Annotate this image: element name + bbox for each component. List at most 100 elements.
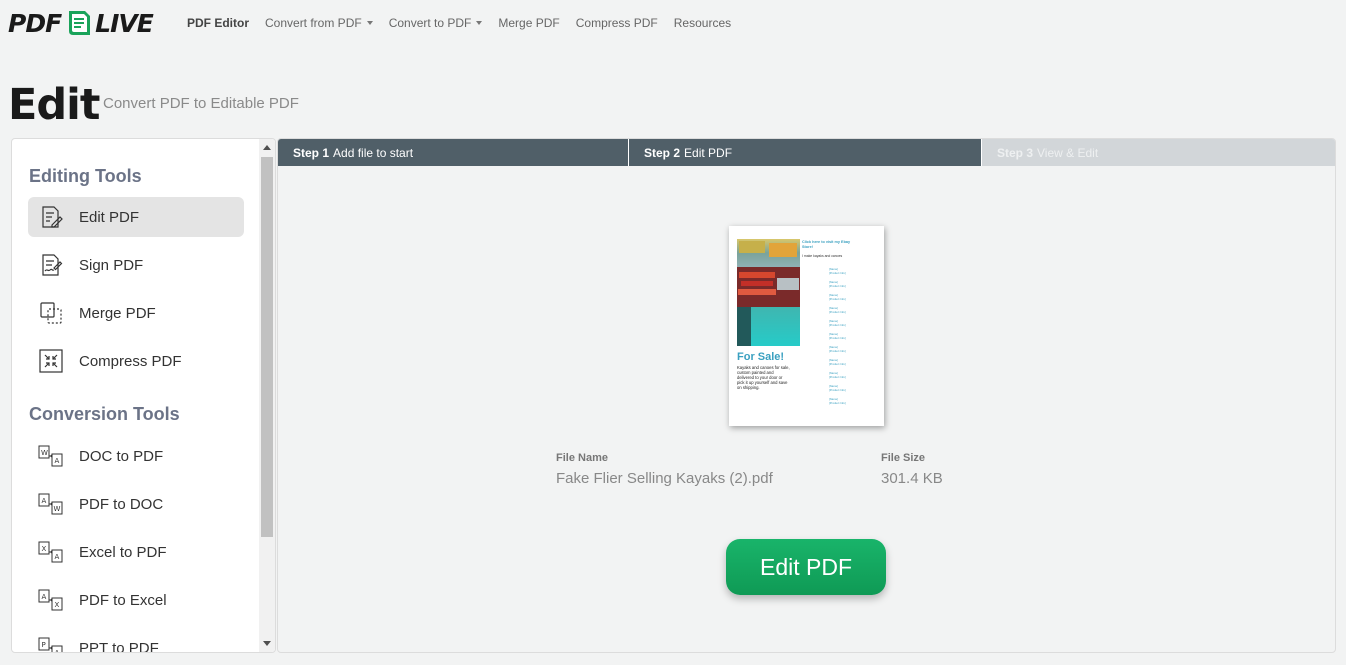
svg-text:W: W — [41, 449, 48, 457]
file-name-value: Fake Flier Selling Kayaks (2).pdf — [556, 470, 773, 487]
step-label: Add file to start — [333, 145, 414, 160]
logo-document-icon — [69, 11, 91, 35]
nav-compress-pdf-label: Compress PDF — [575, 16, 658, 30]
file-size-block: File Size 301.4 KB — [881, 452, 943, 487]
pdflive-logo[interactable]: PDF LIVE — [8, 8, 154, 38]
svg-text:X: X — [42, 545, 47, 553]
sidebar-item-label: PPT to PDF — [79, 639, 159, 653]
svg-text:[Product Info]: [Product Info] — [829, 297, 846, 301]
svg-text:[Product Info]: [Product Info] — [829, 336, 846, 340]
svg-text:I make kayaks and canoes: I make kayaks and canoes — [802, 254, 842, 258]
svg-text:[Product Info]: [Product Info] — [829, 349, 846, 353]
merge-pdf-icon — [38, 300, 64, 326]
nav-merge-pdf[interactable]: Merge PDF — [498, 16, 559, 30]
svg-text:A: A — [55, 553, 60, 561]
edit-pdf-button[interactable]: Edit PDF — [726, 539, 886, 595]
step-number: Step 2 — [644, 145, 681, 160]
nav-resources-label: Resources — [673, 16, 732, 30]
editor-panel: Step 1 Add file to start Step 2 Edit PDF S… — [277, 138, 1336, 653]
nav-convert-to-pdf-label: Convert to PDF — [388, 16, 472, 30]
sidebar-item-sign-pdf[interactable]: Sign PDF — [28, 245, 244, 285]
svg-text:[Product Info]: [Product Info] — [829, 362, 846, 366]
main-menu: PDF Editor Convert from PDF Convert to P… — [187, 16, 731, 30]
excel-to-pdf-icon: XA — [38, 539, 64, 565]
svg-text:A: A — [42, 497, 47, 505]
step-label: Edit PDF — [684, 145, 733, 160]
svg-text:[Product Info]: [Product Info] — [829, 310, 846, 314]
sidebar-scroll-area: Editing Tools Edit PDF Sign PDF Merge PD… — [12, 139, 260, 652]
ppt-to-pdf-icon: PA — [38, 635, 64, 652]
sidebar-item-label: PDF to DOC — [79, 495, 164, 513]
svg-text:[Product Info]: [Product Info] — [829, 323, 846, 327]
sidebar-item-label: PDF to Excel — [79, 591, 167, 609]
scroll-up-arrow-icon[interactable] — [263, 145, 271, 150]
nav-merge-pdf-label: Merge PDF — [498, 16, 560, 30]
svg-text:[Product Info]: [Product Info] — [829, 271, 846, 275]
caret-down-icon — [476, 21, 483, 25]
file-size-label: File Size — [881, 452, 926, 464]
file-name-block: File Name Fake Flier Selling Kayaks (2).… — [556, 452, 773, 487]
sidebar-item-merge-pdf[interactable]: Merge PDF — [28, 293, 244, 333]
sidebar-item-label: Sign PDF — [79, 256, 144, 274]
nav-compress-pdf[interactable]: Compress PDF — [576, 16, 658, 30]
sidebar-item-doc-to-pdf[interactable]: WA DOC to PDF — [28, 436, 244, 476]
step-number: Step 3 — [997, 145, 1034, 160]
sidebar-item-label: DOC to PDF — [79, 447, 164, 465]
sidebar-item-label: Compress PDF — [79, 352, 182, 370]
svg-text:X: X — [55, 601, 60, 609]
flier-page-image: For Sale! Kayaks and canoes for sale, cu… — [737, 239, 851, 405]
file-size-value: 301.4 KB — [881, 470, 943, 487]
logo-text-left: PDF — [8, 8, 62, 38]
svg-text:P: P — [42, 641, 46, 649]
sidebar-item-pdf-to-doc[interactable]: AW PDF to DOC — [28, 484, 244, 524]
nav-convert-to-pdf[interactable]: Convert to PDF — [389, 16, 483, 30]
svg-text:Store!: Store! — [802, 245, 813, 249]
edit-pdf-icon — [38, 204, 64, 230]
svg-text:A: A — [55, 649, 60, 652]
nav-convert-from-pdf-label: Convert from PDF — [265, 16, 362, 30]
step-number: Step 1 — [293, 145, 330, 160]
tools-sidebar: Editing Tools Edit PDF Sign PDF Merge PD… — [11, 138, 276, 653]
sidebar-item-label: Excel to PDF — [79, 543, 167, 561]
top-navigation: PDF LIVE PDF Editor Convert from PDF Con… — [0, 0, 1346, 48]
flier-heading: For Sale! — [737, 351, 784, 363]
svg-text:W: W — [54, 505, 61, 513]
logo-text-right: LIVE — [95, 8, 154, 38]
step-2: Step 2 Edit PDF — [629, 139, 982, 166]
sidebar-item-ppt-to-pdf[interactable]: PA PPT to PDF — [28, 628, 244, 652]
caret-down-icon — [366, 21, 373, 25]
pdf-preview-thumbnail: For Sale! Kayaks and canoes for sale, cu… — [729, 226, 884, 426]
conversion-tools-heading: Conversion Tools — [29, 404, 180, 424]
nav-convert-from-pdf[interactable]: Convert from PDF — [265, 16, 373, 30]
editing-tools-heading: Editing Tools — [29, 166, 142, 186]
svg-text:[Product Info]: [Product Info] — [829, 284, 846, 288]
pdf-to-doc-icon: AW — [38, 491, 64, 517]
nav-pdf-editor[interactable]: PDF Editor — [187, 16, 249, 30]
svg-text:A: A — [55, 457, 60, 465]
svg-text:[Product Info]: [Product Info] — [829, 375, 846, 379]
sign-pdf-icon — [38, 252, 64, 278]
step-3: Step 3 View & Edit — [982, 139, 1335, 166]
svg-text:[Product Info]: [Product Info] — [829, 388, 846, 392]
sidebar-item-compress-pdf[interactable]: Compress PDF — [28, 341, 244, 381]
svg-text:on shipping.: on shipping. — [737, 385, 760, 390]
sidebar-item-label: Edit PDF — [79, 208, 140, 226]
pdf-to-excel-icon: AX — [38, 587, 64, 613]
step-1: Step 1 Add file to start — [278, 139, 629, 166]
doc-to-pdf-icon: WA — [38, 443, 64, 469]
step-progress-bar: Step 1 Add file to start Step 2 Edit PDF S… — [278, 139, 1335, 166]
sidebar-item-edit-pdf[interactable]: Edit PDF — [28, 197, 244, 237]
svg-text:[Product Info]: [Product Info] — [829, 401, 846, 405]
nav-pdf-editor-label: PDF Editor — [187, 16, 249, 30]
svg-text:Click here to visit my Ebay: Click here to visit my Ebay — [802, 240, 851, 244]
scroll-down-arrow-icon[interactable] — [263, 641, 271, 646]
scrollbar-thumb[interactable] — [261, 157, 273, 537]
compress-pdf-icon — [38, 348, 64, 374]
sidebar-item-label: Merge PDF — [79, 304, 156, 322]
sidebar-item-pdf-to-excel[interactable]: AX PDF to Excel — [28, 580, 244, 620]
nav-resources[interactable]: Resources — [674, 16, 731, 30]
svg-text:A: A — [42, 593, 47, 601]
step-label: View & Edit — [1037, 145, 1099, 160]
sidebar-scrollbar[interactable] — [259, 139, 275, 652]
sidebar-item-excel-to-pdf[interactable]: XA Excel to PDF — [28, 532, 244, 572]
